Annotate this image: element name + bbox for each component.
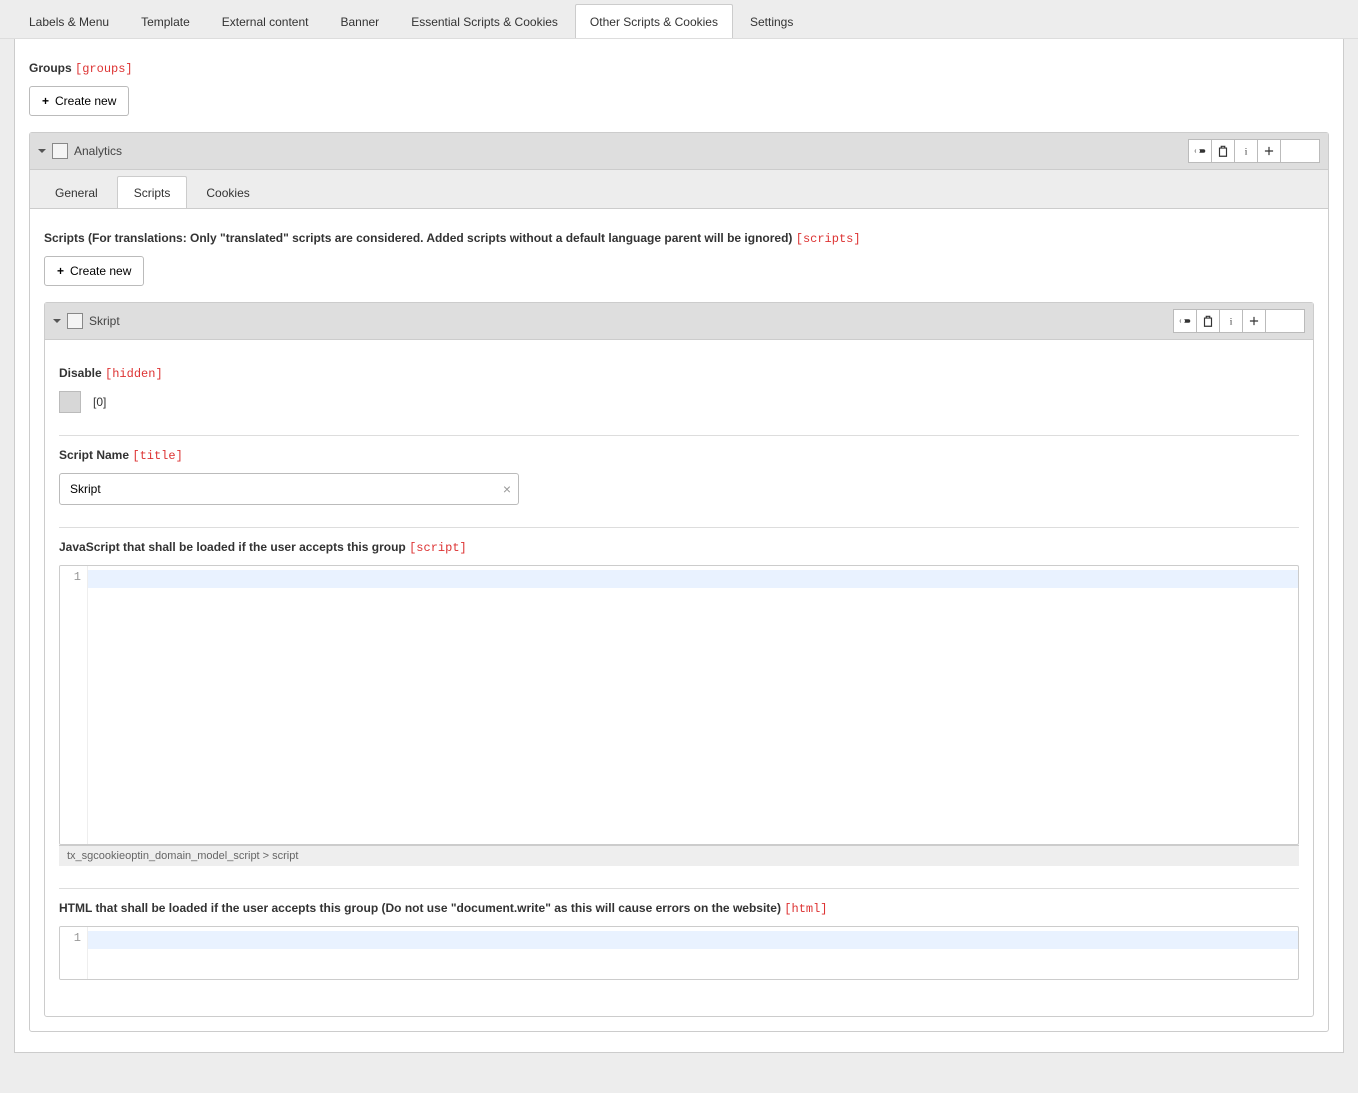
create-script-label: Create new (70, 264, 131, 278)
line-number: 1 (60, 570, 81, 584)
trash-icon (1201, 314, 1215, 328)
line-number: 1 (60, 931, 81, 945)
group-record-icon (52, 143, 68, 159)
subtab-cookies[interactable]: Cookies (189, 176, 266, 208)
script-name-label: Script Name (59, 448, 129, 462)
plus-icon: + (57, 264, 64, 278)
eye-toggle-icon (1178, 314, 1192, 328)
subtab-scripts[interactable]: Scripts (117, 176, 188, 208)
tab-essential-scripts[interactable]: Essential Scripts & Cookies (396, 4, 573, 38)
analytics-title: Analytics (74, 144, 122, 158)
create-script-button[interactable]: + Create new (44, 256, 144, 286)
subtab-general[interactable]: General (38, 176, 115, 208)
toggle-visibility-button[interactable] (1188, 139, 1212, 163)
plus-icon (1247, 314, 1261, 328)
groups-heading: Groups [groups] (29, 61, 1329, 76)
scripts-title: Scripts (For translations: Only "transla… (44, 231, 792, 245)
groups-tag: [groups] (75, 62, 133, 76)
delete-button[interactable] (1211, 139, 1235, 163)
script-item-panel: Skript i (44, 302, 1314, 1017)
top-tabs: Labels & Menu Template External content … (0, 0, 1358, 39)
add-button[interactable] (1257, 139, 1281, 163)
analytics-panel-header: Analytics i (30, 133, 1328, 170)
javascript-editor[interactable]: 1 (59, 565, 1299, 845)
chevron-down-icon[interactable] (38, 149, 46, 157)
scripts-heading: Scripts (For translations: Only "transla… (44, 231, 1314, 246)
create-group-label: Create new (55, 94, 116, 108)
html-tag: [html] (784, 902, 827, 916)
disable-checkbox[interactable] (59, 391, 81, 413)
plus-icon (1262, 144, 1276, 158)
analytics-subtabs: General Scripts Cookies (30, 170, 1328, 209)
script-name-field: Script Name [title] × (59, 436, 1299, 528)
info-button[interactable]: i (1219, 309, 1243, 333)
add-button[interactable] (1242, 309, 1266, 333)
drag-handle[interactable] (1280, 139, 1320, 163)
info-icon: i (1239, 144, 1253, 158)
groups-title: Groups (29, 61, 72, 75)
script-item-title: Skript (89, 314, 120, 328)
eye-toggle-icon (1193, 144, 1207, 158)
svg-text:i: i (1245, 148, 1248, 158)
chevron-down-icon[interactable] (53, 319, 61, 327)
scripts-tag: [scripts] (796, 232, 861, 246)
script-name-tag: [title] (132, 449, 182, 463)
script-name-input[interactable] (59, 473, 519, 505)
toggle-visibility-button[interactable] (1173, 309, 1197, 333)
javascript-label: JavaScript that shall be loaded if the u… (59, 540, 406, 554)
tab-external-content[interactable]: External content (207, 4, 324, 38)
javascript-footer: tx_sgcookieoptin_domain_model_script > s… (59, 845, 1299, 866)
javascript-field: JavaScript that shall be loaded if the u… (59, 528, 1299, 889)
disable-tag: [hidden] (105, 367, 163, 381)
html-field: HTML that shall be loaded if the user ac… (59, 889, 1299, 1002)
tab-other-scripts[interactable]: Other Scripts & Cookies (575, 4, 733, 38)
tab-template[interactable]: Template (126, 4, 205, 38)
info-icon: i (1224, 314, 1238, 328)
html-editor[interactable]: 1 (59, 926, 1299, 980)
html-label: HTML that shall be loaded if the user ac… (59, 901, 781, 915)
clear-input-icon[interactable]: × (503, 481, 511, 497)
disable-field: Disable [hidden] [0] (59, 354, 1299, 436)
javascript-tag: [script] (409, 541, 467, 555)
disable-label: Disable (59, 366, 102, 380)
trash-icon (1216, 144, 1230, 158)
tab-banner[interactable]: Banner (325, 4, 394, 38)
script-record-icon (67, 313, 83, 329)
script-item-header: Skript i (45, 303, 1313, 340)
plus-icon: + (42, 94, 49, 108)
drag-handle[interactable] (1265, 309, 1305, 333)
delete-button[interactable] (1196, 309, 1220, 333)
svg-text:i: i (1230, 318, 1233, 328)
tab-labels-menu[interactable]: Labels & Menu (14, 4, 124, 38)
analytics-panel: Analytics i (29, 132, 1329, 1032)
create-group-button[interactable]: + Create new (29, 86, 129, 116)
info-button[interactable]: i (1234, 139, 1258, 163)
tab-settings[interactable]: Settings (735, 4, 808, 38)
disable-value: [0] (93, 395, 106, 409)
